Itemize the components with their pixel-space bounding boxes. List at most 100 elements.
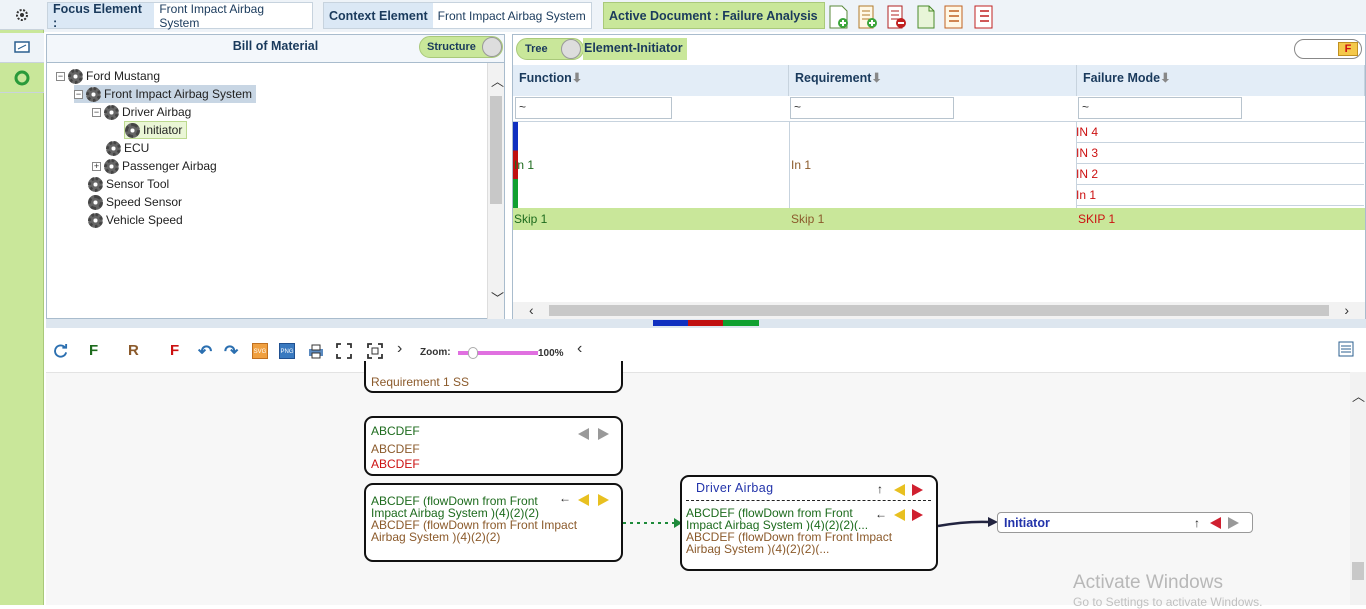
table-hscrollbar[interactable]: ‹ › [513, 302, 1365, 319]
active-document[interactable]: Active Document : Failure Analysis [603, 2, 825, 29]
export-svg-icon[interactable]: SVG [252, 343, 268, 359]
scroll-right-icon[interactable]: › [1344, 302, 1349, 318]
failure-mode-cell[interactable]: IN 3 [1076, 144, 1364, 164]
requirement-filter-button[interactable]: R [128, 342, 139, 359]
node-abcdef[interactable]: ABCDEF ABCDEF ABCDEF [364, 416, 623, 476]
node-requirement-ss[interactable]: Requirement 1 SS [364, 361, 623, 393]
scroll-thumb[interactable] [549, 305, 1329, 316]
tree-item-ford-mustang[interactable]: − Ford Mustang [56, 67, 160, 85]
expand-right-icon[interactable] [912, 509, 923, 521]
column-label: Failure Mode [1083, 71, 1161, 85]
ordered-list-icon[interactable] [973, 5, 995, 29]
function-cell[interactable]: In 1 [514, 158, 534, 172]
back-arrow-icon[interactable]: ← [875, 507, 887, 521]
expand-right-icon[interactable] [1228, 517, 1239, 529]
filter-toggle[interactable]: F [1294, 39, 1362, 59]
scroll-thumb[interactable] [1352, 562, 1364, 580]
refresh-icon[interactable] [53, 343, 68, 358]
chevron-left-icon[interactable]: ‹ [577, 340, 582, 358]
table-row[interactable]: In 1 In 1 IN 4 IN 3 IN 2 In 1 [513, 121, 1365, 208]
splitter[interactable] [46, 319, 1366, 328]
function-filter-button[interactable]: F [89, 342, 98, 359]
scroll-down-icon[interactable]: ﹀ [491, 288, 504, 307]
back-arrow-icon[interactable]: ← [559, 491, 571, 505]
tree-item-passenger-airbag[interactable]: + Passenger Airbag [92, 157, 217, 175]
redo-icon[interactable]: ↷ [224, 342, 238, 362]
tree-item-front-impact[interactable]: − Front Impact Airbag System [74, 85, 257, 103]
sort-icon[interactable]: ⬇ [1160, 71, 1170, 85]
focus-element[interactable]: Focus Element : Front Impact Airbag Syst… [47, 2, 313, 30]
splitter-handle[interactable] [653, 320, 759, 326]
fit-to-screen-icon[interactable] [367, 343, 383, 359]
tree-item-sensor-tool[interactable]: Sensor Tool [88, 175, 169, 193]
chevron-right-icon[interactable]: › [397, 340, 402, 358]
zoom-slider[interactable] [458, 347, 538, 359]
node-initiator[interactable]: Initiator ↑ [997, 512, 1253, 533]
tree-item-speed-sensor[interactable]: Speed Sensor [88, 193, 182, 211]
scroll-thumb[interactable] [490, 96, 502, 204]
tree-item-initiator[interactable]: Initiator [124, 121, 188, 139]
scroll-up-icon[interactable]: ︿ [491, 71, 504, 90]
requirement-filter[interactable]: ~ [790, 97, 954, 119]
failure-mode-cell[interactable]: SKIP 1 [1078, 212, 1115, 226]
numbered-list-icon[interactable] [943, 5, 965, 29]
tree-toggle[interactable]: Tree [516, 38, 584, 60]
failure-mode-cell[interactable]: In 1 [1076, 186, 1364, 206]
collapse-icon[interactable]: − [74, 89, 83, 99]
fullscreen-icon[interactable] [336, 343, 352, 359]
sort-icon[interactable]: ⬇ [871, 71, 881, 85]
function-filter[interactable]: ~ [515, 97, 672, 119]
column-requirement[interactable]: Requirement⬇ [789, 65, 1077, 96]
collapse-left-icon[interactable] [578, 428, 589, 440]
export-png-icon[interactable]: PNG [279, 343, 295, 359]
graph-canvas[interactable]: Requirement 1 SS ABCDEF ABCDEF ABCDEF AB… [46, 361, 1350, 609]
collapse-icon[interactable]: − [56, 71, 65, 81]
collapse-icon[interactable]: − [92, 107, 101, 117]
collapse-left-icon[interactable] [894, 484, 905, 496]
settings-icon[interactable] [0, 0, 44, 30]
sort-icon[interactable]: ⬇ [572, 71, 582, 85]
grid-view-icon[interactable] [1338, 341, 1354, 357]
context-element[interactable]: Context Element Front Impact Airbag Syst… [323, 2, 592, 29]
up-arrow-icon[interactable]: ↑ [1194, 516, 1200, 530]
collapse-left-icon[interactable] [894, 509, 905, 521]
failure-mode-cell[interactable]: IN 4 [1076, 123, 1364, 143]
expand-right-icon[interactable] [912, 484, 923, 496]
requirement-cell[interactable]: In 1 [791, 158, 811, 172]
zoom-slider-handle[interactable] [468, 347, 478, 359]
blank-document-icon[interactable] [915, 5, 937, 29]
add-document-icon[interactable] [828, 5, 850, 29]
collapse-left-icon[interactable] [578, 494, 589, 506]
gear-icon [88, 212, 103, 228]
remove-list-icon[interactable] [886, 5, 908, 29]
graph-scrollbar[interactable]: ︿ [1350, 372, 1366, 605]
add-list-icon[interactable] [857, 5, 879, 29]
up-arrow-icon[interactable]: ↑ [877, 482, 883, 496]
expand-right-icon[interactable] [598, 428, 609, 440]
tree-item-ecu[interactable]: ECU [106, 139, 149, 157]
undo-icon[interactable]: ↶ [198, 342, 212, 362]
table-row[interactable]: Skip 1 Skip 1 SKIP 1 [513, 208, 1365, 230]
failure-mode-cell[interactable]: IN 2 [1076, 165, 1364, 185]
function-cell[interactable]: Skip 1 [514, 212, 547, 226]
bom-scrollbar[interactable]: ︿ ﹀ [487, 63, 504, 319]
recycle-icon[interactable] [0, 63, 44, 93]
tree-item-vehicle-speed[interactable]: Vehicle Speed [88, 211, 183, 229]
scroll-left-icon[interactable]: ‹ [529, 302, 534, 318]
column-failure-mode[interactable]: Failure Mode⬇ [1077, 65, 1365, 96]
tree-item-driver-airbag[interactable]: − Driver Airbag [92, 103, 191, 121]
requirement-cell[interactable]: Skip 1 [791, 212, 824, 226]
expand-right-icon[interactable] [598, 494, 609, 506]
expand-icon[interactable]: + [92, 161, 101, 171]
collapse-left-icon[interactable] [1210, 517, 1221, 529]
failure-filter-button[interactable]: F [170, 342, 179, 359]
node-driver-airbag[interactable]: Driver Airbag ↑ ← ABCDEF (flowDown from … [680, 475, 938, 571]
scroll-up-icon[interactable]: ︿ [1352, 386, 1365, 405]
node-flowdown[interactable]: ABCDEF (flowDown from Front Impact Airba… [364, 483, 623, 562]
structure-toggle[interactable]: Structure [419, 36, 503, 58]
toggle-knob [561, 39, 581, 59]
failure-mode-filter[interactable]: ~ [1078, 97, 1242, 119]
presentation-icon[interactable] [0, 33, 44, 63]
column-function[interactable]: Function⬇ [513, 65, 789, 96]
print-icon[interactable] [308, 343, 324, 359]
